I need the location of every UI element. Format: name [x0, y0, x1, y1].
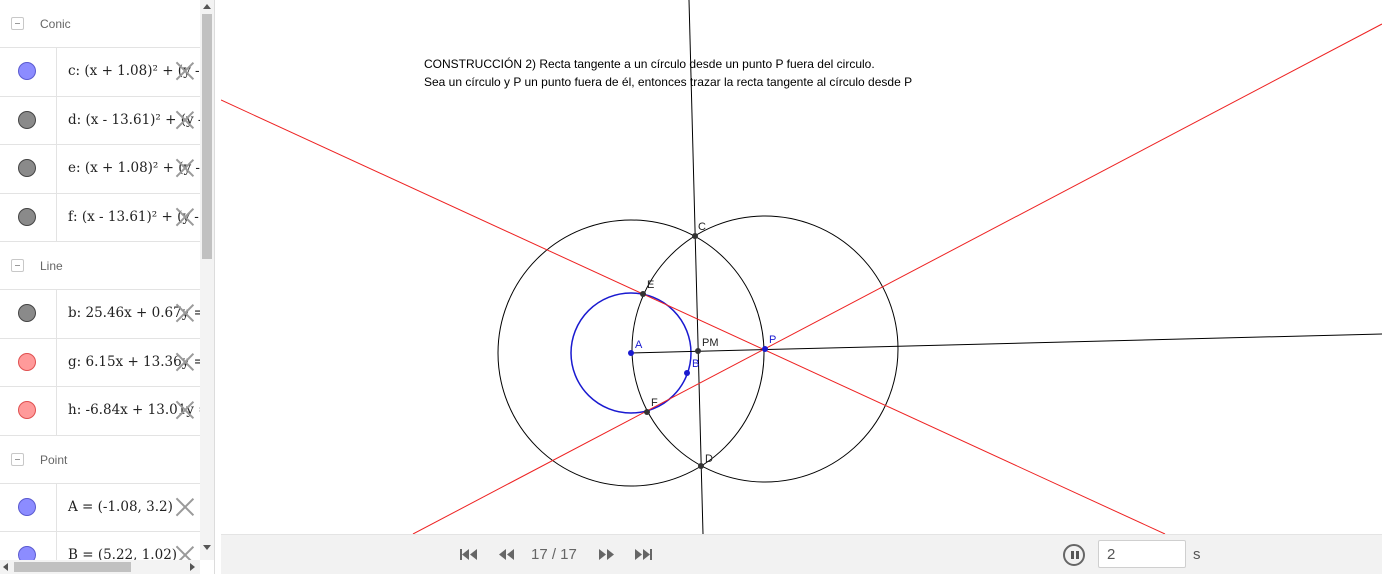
construction-text-line1: CONSTRUCCIÓN 2) Recta tangente a un círc…: [424, 57, 875, 71]
visibility-marble[interactable]: [18, 304, 36, 322]
horizontal-scrollbar[interactable]: [0, 560, 200, 574]
step-forward-icon[interactable]: [597, 548, 617, 561]
step-back-icon[interactable]: [496, 548, 516, 561]
collapse-icon[interactable]: [11, 452, 24, 466]
scroll-thumb[interactable]: [14, 562, 131, 572]
algebra-panel: Conic c: (x + 1.08)² + (y - 3 d: (x - 13…: [0, 0, 215, 574]
visibility-marble[interactable]: [18, 352, 36, 371]
delete-icon[interactable]: [175, 497, 195, 517]
visibility-marble[interactable]: [18, 546, 36, 560]
point-B[interactable]: [684, 370, 690, 376]
group-line[interactable]: Line: [0, 242, 200, 290]
point-F[interactable]: [644, 409, 650, 415]
visibility-marble[interactable]: [18, 401, 36, 419]
point-P[interactable]: [762, 346, 768, 352]
graphics-view[interactable]: A B C D E F P PM CONSTRUCCIÓN 2) Recta t…: [221, 0, 1382, 534]
label-E: E: [647, 279, 654, 291]
scroll-down-icon[interactable]: [203, 545, 211, 550]
delete-icon[interactable]: [175, 400, 195, 420]
algebra-item-f[interactable]: f: (x - 13.61)² + (y - 3: [0, 193, 200, 242]
delete-icon[interactable]: [175, 158, 195, 178]
scroll-thumb[interactable]: [202, 14, 212, 259]
algebra-item-B[interactable]: B = (5.22, 1.02): [0, 532, 200, 560]
visibility-marble[interactable]: [18, 62, 36, 80]
group-point[interactable]: Point: [0, 436, 200, 484]
algebra-item-b[interactable]: b: 25.46x + 0.67y = 1: [0, 290, 200, 339]
group-label: Line: [40, 259, 63, 273]
scroll-up-icon[interactable]: [203, 4, 211, 9]
point-PM[interactable]: [695, 348, 701, 354]
label-C: C: [698, 221, 706, 233]
point-D[interactable]: [698, 463, 704, 469]
scroll-right-icon[interactable]: [190, 563, 195, 571]
collapse-icon[interactable]: [11, 17, 24, 30]
speed-input[interactable]: [1098, 540, 1186, 568]
algebra-item-A[interactable]: A = (-1.08, 3.2): [0, 483, 200, 532]
visibility-marble[interactable]: [18, 497, 36, 516]
algebra-item-e[interactable]: e: (x + 1.08)² + (y - 3: [0, 145, 200, 194]
algebra-item-c[interactable]: c: (x + 1.08)² + (y - 3: [0, 48, 200, 97]
skip-to-end-icon[interactable]: [633, 548, 653, 561]
algebra-item-h[interactable]: h: -6.84x + 13.01y = -: [0, 387, 200, 436]
delete-icon[interactable]: [175, 352, 195, 372]
label-A: A: [635, 339, 643, 351]
label-D: D: [705, 453, 713, 465]
delete-icon[interactable]: [175, 303, 195, 323]
label-B: B: [692, 358, 699, 370]
step-counter: 17 / 17: [531, 546, 577, 563]
algebra-item-d[interactable]: d: (x - 13.61)² + (y - 3: [0, 96, 200, 145]
label-PM: PM: [702, 337, 719, 349]
construction-text[interactable]: CONSTRUCCIÓN 2) Recta tangente a un círc…: [424, 55, 912, 91]
visibility-marble[interactable]: [18, 207, 36, 226]
group-label: Conic: [40, 17, 71, 31]
construction-playbar: 17 / 17 s: [221, 534, 1382, 574]
point-E[interactable]: [640, 291, 646, 297]
skip-to-start-icon[interactable]: [459, 548, 479, 561]
speed-unit-label: s: [1193, 546, 1201, 563]
construction-text-line2: Sea un círculo y P un punto fuera de él,…: [424, 75, 913, 89]
label-P: P: [769, 334, 776, 346]
point-C[interactable]: [692, 233, 698, 239]
pause-icon[interactable]: [1063, 544, 1085, 566]
label-F: F: [651, 397, 658, 409]
line-b[interactable]: [630, 333, 1382, 354]
algebra-expression[interactable]: B = (5.22, 1.02): [68, 547, 177, 560]
algebra-expression[interactable]: A = (-1.08, 3.2): [68, 499, 173, 515]
delete-icon[interactable]: [175, 545, 195, 560]
delete-icon[interactable]: [175, 207, 195, 227]
vertical-scrollbar[interactable]: [200, 0, 214, 560]
group-conic[interactable]: Conic: [0, 0, 200, 48]
scroll-left-icon[interactable]: [3, 563, 8, 571]
delete-icon[interactable]: [175, 61, 195, 81]
visibility-marble[interactable]: [18, 110, 36, 129]
visibility-marble[interactable]: [18, 159, 36, 177]
algebra-list: Conic c: (x + 1.08)² + (y - 3 d: (x - 13…: [0, 0, 200, 560]
point-A[interactable]: [628, 350, 634, 356]
collapse-icon[interactable]: [11, 259, 24, 272]
delete-icon[interactable]: [175, 110, 195, 130]
line-g[interactable]: [412, 23, 1382, 534]
algebra-item-g[interactable]: g: 6.15x + 13.36y = 1: [0, 338, 200, 387]
group-label: Point: [40, 452, 68, 467]
